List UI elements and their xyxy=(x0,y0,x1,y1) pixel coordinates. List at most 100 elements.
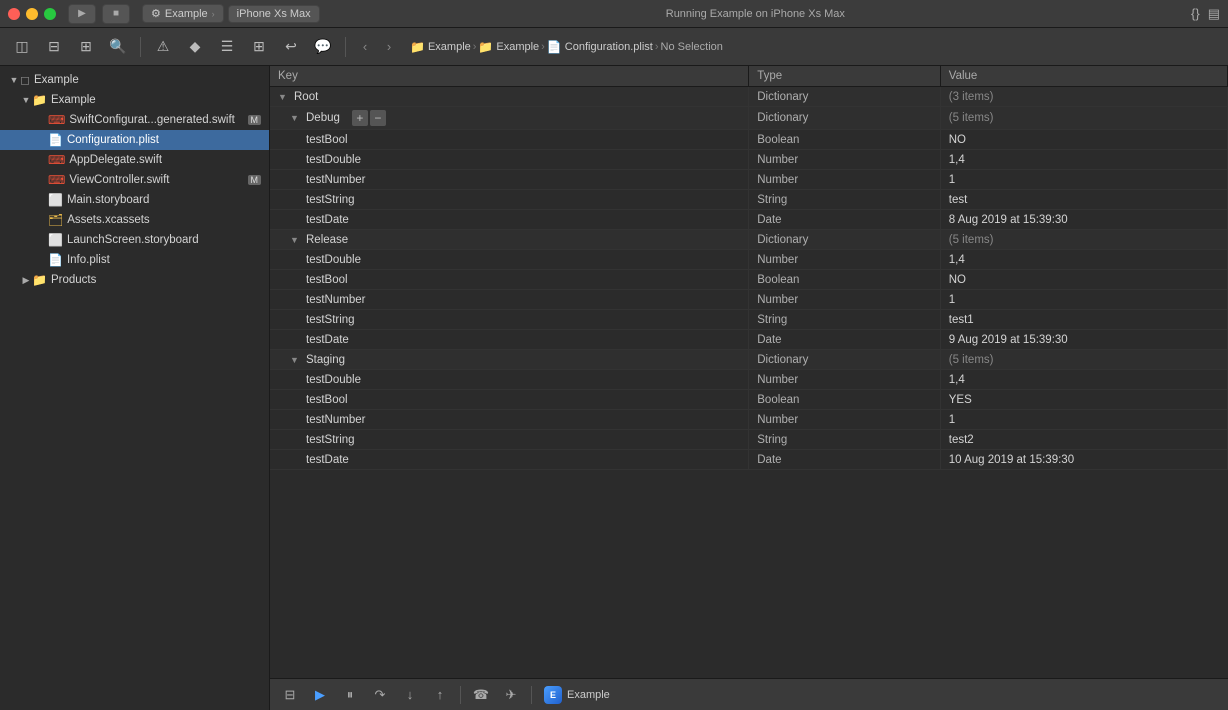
sidebar-item-assets[interactable]: 🗂 Assets.xcassets xyxy=(0,210,269,230)
breadcrumb-label-1: Example xyxy=(428,41,471,53)
breadcrumb-example1[interactable]: 📁 Example xyxy=(410,40,471,54)
key-cell[interactable]: testDate xyxy=(270,210,749,230)
key-cell[interactable]: testString xyxy=(270,430,749,450)
group-icon: ◻ xyxy=(20,73,30,87)
key-cell-staging[interactable]: ▼ Staging xyxy=(270,350,749,370)
sidebar-label-example-folder: Example xyxy=(51,94,261,106)
key-cell[interactable]: testBool xyxy=(270,270,749,290)
sidebar-item-infoplist[interactable]: 📄 Info.plist xyxy=(0,250,269,270)
value-cell: 1 xyxy=(940,410,1227,430)
inspector-toggle-button[interactable]: ⊞ xyxy=(72,34,100,60)
step-over-button[interactable]: ↷ xyxy=(368,683,392,707)
back-forward-button[interactable]: ↩ xyxy=(277,34,305,60)
folder-icon-products: 📁 xyxy=(32,273,47,287)
maximize-button[interactable] xyxy=(44,8,56,20)
sidebar-item-launchscreen[interactable]: ⬜ LaunchScreen.storyboard xyxy=(0,230,269,250)
grid-view-button[interactable]: ⊞ xyxy=(245,34,273,60)
key-cell[interactable]: testDate xyxy=(270,450,749,470)
table-row: testString String test xyxy=(270,190,1228,210)
key-cell[interactable]: testNumber xyxy=(270,410,749,430)
key-cell[interactable]: testBool xyxy=(270,130,749,150)
type-cell: String xyxy=(749,310,941,330)
col-key-header: Key xyxy=(270,66,749,87)
value-cell-debug: (5 items) xyxy=(940,107,1227,130)
folder-icon-2: 📁 xyxy=(478,40,493,54)
sidebar-item-example-folder[interactable]: ▼ 📁 Example xyxy=(0,90,269,110)
key-label: testDate xyxy=(306,334,349,346)
add-debug-button[interactable]: + xyxy=(352,110,368,126)
key-cell[interactable]: testDate xyxy=(270,330,749,350)
expand-arrow-products[interactable]: ▶ xyxy=(20,275,32,286)
stop-button[interactable]: ■ xyxy=(102,4,130,24)
sidebar-item-example-group[interactable]: ▼ ◻ Example xyxy=(0,70,269,90)
expand-arrow-example-folder[interactable]: ▼ xyxy=(20,95,32,105)
sidebar-item-configuration[interactable]: 📄 Configuration.plist xyxy=(0,130,269,150)
key-cell-debug[interactable]: ▼ Debug + − xyxy=(270,107,749,130)
row-expand-debug[interactable]: ▼ xyxy=(290,113,302,123)
close-button[interactable] xyxy=(8,8,20,20)
debug-area-toggle-button[interactable]: ⊟ xyxy=(40,34,68,60)
sidebar-item-mainstoryboard[interactable]: ⬜ Main.storyboard xyxy=(0,190,269,210)
list-view-button[interactable]: ☰ xyxy=(213,34,241,60)
col-type-header: Type xyxy=(749,66,941,87)
chat-button[interactable]: 💬 xyxy=(309,34,337,60)
navigator-toggle-button[interactable]: ◫ xyxy=(8,34,36,60)
breadcrumb-plist[interactable]: 📄 Configuration.plist xyxy=(547,40,653,54)
key-cell-root[interactable]: ▼ Root xyxy=(270,87,749,107)
no-selection-label: No Selection xyxy=(661,41,723,53)
value-cell: 8 Aug 2019 at 15:39:30 xyxy=(940,210,1227,230)
diamond-button[interactable]: ◆ xyxy=(181,34,209,60)
row-expand-staging[interactable]: ▼ xyxy=(290,355,302,365)
simulate-button[interactable]: ☎ xyxy=(469,683,493,707)
pause-button[interactable]: ⏸ xyxy=(338,683,362,707)
assets-icon: 🗂 xyxy=(48,213,63,227)
continue-button[interactable]: ▶ xyxy=(308,683,332,707)
device-selector[interactable]: iPhone Xs Max xyxy=(228,5,320,23)
sidebar-item-viewcontroller[interactable]: ⌨ ViewController.swift M xyxy=(0,170,269,190)
window-controls xyxy=(8,8,56,20)
step-out-button[interactable]: ↑ xyxy=(428,683,452,707)
plist-table[interactable]: Key Type Value ▼ Root Dic xyxy=(270,66,1228,678)
step-into-button[interactable]: ↓ xyxy=(398,683,422,707)
key-cell[interactable]: testNumber xyxy=(270,170,749,190)
table-row: testNumber Number 1 xyxy=(270,290,1228,310)
scheme-selector[interactable]: ⚙ Example › xyxy=(142,4,224,23)
sidebar-item-appdelegate[interactable]: ⌨ AppDelegate.swift xyxy=(0,150,269,170)
table-row: testDouble Number 1,4 xyxy=(270,370,1228,390)
key-cell-release[interactable]: ▼ Release xyxy=(270,230,749,250)
value-cell: 1 xyxy=(940,290,1227,310)
key-cell[interactable]: testString xyxy=(270,310,749,330)
remove-debug-button[interactable]: − xyxy=(370,110,386,126)
key-label-root: Root xyxy=(294,91,318,103)
type-cell: Number xyxy=(749,170,941,190)
panel-toggle-icon[interactable]: ▤ xyxy=(1208,6,1220,22)
table-row: ▼ Root Dictionary (3 items) xyxy=(270,87,1228,107)
key-cell[interactable]: testDouble xyxy=(270,150,749,170)
plist-file-icon: 📄 xyxy=(48,133,63,147)
minimize-button[interactable] xyxy=(26,8,38,20)
key-cell[interactable]: testDouble xyxy=(270,250,749,270)
code-review-icon[interactable]: {} xyxy=(1191,6,1200,21)
sidebar-item-swiftconfig[interactable]: ⌨ SwiftConfigurat...generated.swift M xyxy=(0,110,269,130)
warning-button[interactable]: ⚠ xyxy=(149,34,177,60)
key-cell[interactable]: testString xyxy=(270,190,749,210)
table-row: testDate Date 10 Aug 2019 at 15:39:30 xyxy=(270,450,1228,470)
sidebar-item-products[interactable]: ▶ 📁 Products xyxy=(0,270,269,290)
debug-view-button[interactable]: ⊟ xyxy=(278,683,302,707)
type-cell: Date xyxy=(749,450,941,470)
expand-arrow-example-group[interactable]: ▼ xyxy=(8,75,20,85)
key-cell[interactable]: testNumber xyxy=(270,290,749,310)
key-cell[interactable]: testBool xyxy=(270,390,749,410)
value-cell: YES xyxy=(940,390,1227,410)
row-expand-release[interactable]: ▼ xyxy=(290,235,302,245)
key-cell[interactable]: testDouble xyxy=(270,370,749,390)
key-label: testBool xyxy=(306,274,348,286)
breadcrumb-forward-button[interactable]: › xyxy=(378,36,400,58)
row-expand-root[interactable]: ▼ xyxy=(278,92,290,102)
breadcrumb-example2[interactable]: 📁 Example xyxy=(478,40,539,54)
share-button[interactable]: ✈ xyxy=(499,683,523,707)
breadcrumb-back-button[interactable]: ‹ xyxy=(354,36,376,58)
find-button[interactable]: 🔍 xyxy=(104,34,132,60)
key-label: testNumber xyxy=(306,294,365,306)
build-run-button[interactable]: ▶ xyxy=(68,4,96,24)
